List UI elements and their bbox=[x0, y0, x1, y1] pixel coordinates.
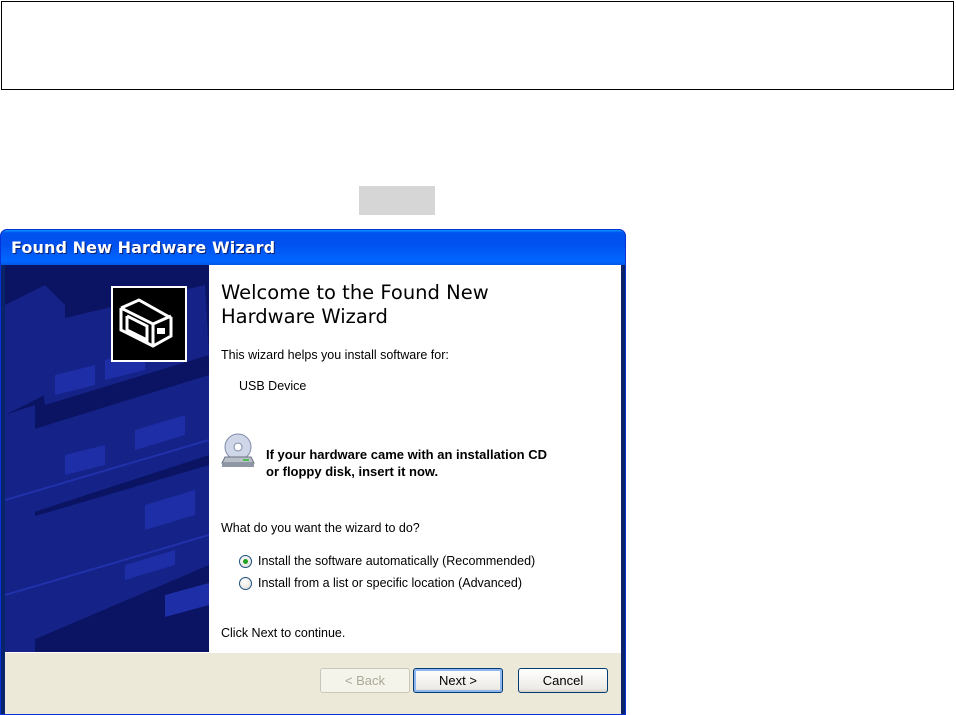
next-button[interactable]: Next > bbox=[413, 668, 503, 693]
found-new-hardware-wizard-dialog: Found New Hardware Wizard Welcome to the… bbox=[0, 229, 626, 715]
option-advanced[interactable]: Install from a list or specific location… bbox=[239, 576, 522, 590]
hardware-icon bbox=[111, 286, 187, 362]
option-automatic-label[interactable]: Install the software automatically (Reco… bbox=[258, 554, 535, 568]
wizard-sidebar bbox=[5, 265, 209, 652]
title-bar[interactable]: Found New Hardware Wizard bbox=[1, 230, 625, 265]
heading-line-1: Welcome to the Found New bbox=[221, 281, 489, 304]
radio-advanced[interactable] bbox=[239, 576, 252, 590]
window-title: Found New Hardware Wizard bbox=[11, 238, 276, 257]
top-box bbox=[1, 1, 954, 90]
option-advanced-label[interactable]: Install from a list or specific location… bbox=[258, 576, 522, 590]
option-automatic[interactable]: Install the software automatically (Reco… bbox=[239, 554, 535, 568]
intro-text: This wizard helps you install software f… bbox=[221, 348, 449, 362]
button-bar: < Back Next > Cancel bbox=[5, 652, 621, 714]
heading-line-2: Hardware Wizard bbox=[221, 305, 388, 328]
wizard-heading: Welcome to the Found New Hardware Wizard bbox=[221, 281, 581, 329]
question-text: What do you want the wizard to do? bbox=[221, 521, 420, 535]
cd-drive-icon bbox=[221, 433, 255, 469]
gray-marker bbox=[359, 186, 435, 215]
footer-hint: Click Next to continue. bbox=[221, 626, 346, 640]
dialog-body: Welcome to the Found New Hardware Wizard… bbox=[5, 265, 621, 714]
cd-message-line-1: If your hardware came with an installati… bbox=[266, 447, 548, 462]
device-name: USB Device bbox=[239, 379, 307, 393]
cd-message: If your hardware came with an installati… bbox=[266, 446, 625, 480]
wizard-content: Welcome to the Found New Hardware Wizard… bbox=[209, 265, 621, 652]
cd-message-line-2: or floppy disk, insert it now. bbox=[266, 464, 439, 479]
cancel-button[interactable]: Cancel bbox=[518, 668, 608, 693]
back-button[interactable]: < Back bbox=[320, 668, 410, 693]
radio-automatic[interactable] bbox=[239, 554, 252, 568]
